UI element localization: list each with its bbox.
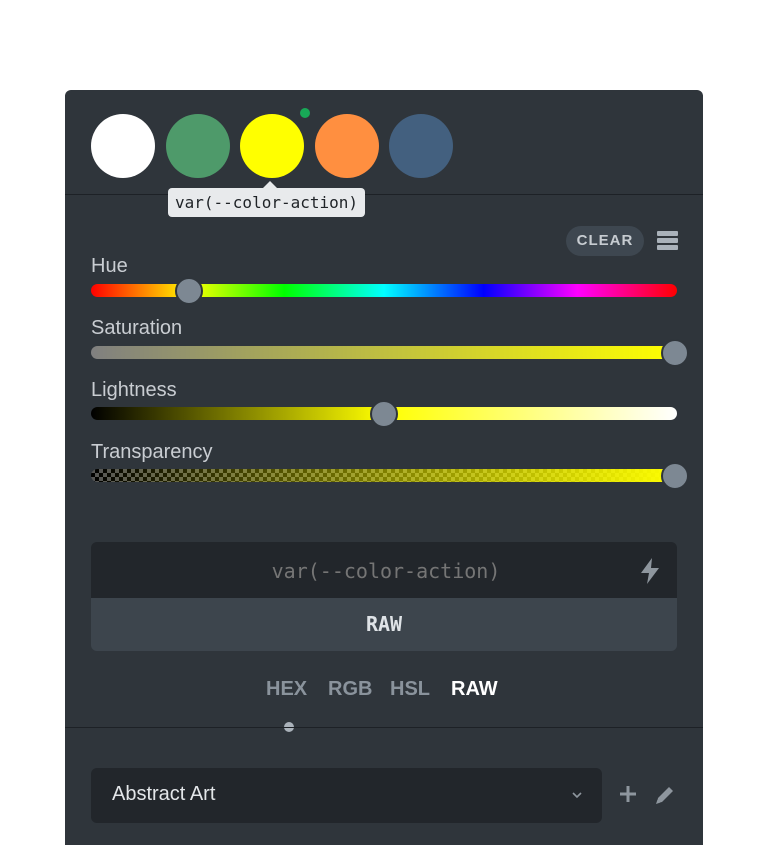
palette-select[interactable]: Abstract Art — [91, 768, 602, 823]
menu-icon[interactable] — [657, 231, 678, 250]
swatch-white[interactable] — [91, 114, 155, 178]
palette-select-value: Abstract Art — [112, 783, 216, 805]
clear-button[interactable]: CLEAR — [566, 226, 644, 256]
pencil-icon[interactable] — [654, 784, 676, 806]
tab-hex[interactable]: HEX — [266, 678, 307, 701]
color-value-field — [91, 542, 681, 600]
hue-label: Hue — [91, 255, 128, 277]
lightness-slider-thumb[interactable] — [370, 400, 398, 428]
plus-icon[interactable] — [618, 784, 638, 804]
lightness-slider[interactable] — [91, 400, 677, 428]
hue-slider-thumb[interactable] — [174, 277, 203, 305]
swatch-tooltip: var(--color-action) — [168, 181, 366, 217]
transparency-label: Transparency — [91, 441, 213, 463]
format-tabs: HEX RGB HSL RAW — [65, 678, 703, 708]
transparency-slider[interactable] — [91, 462, 689, 490]
transparency-slider-thumb[interactable] — [661, 462, 689, 490]
swatch-orange[interactable] — [315, 114, 379, 178]
bolt-icon[interactable] — [639, 558, 661, 584]
tab-hsl[interactable]: HSL — [390, 678, 430, 701]
active-swatch-indicator — [300, 108, 310, 118]
format-display: RAW — [91, 598, 677, 651]
color-value-input[interactable] — [91, 542, 681, 600]
tab-rgb[interactable]: RGB — [328, 678, 372, 701]
hue-slider[interactable] — [91, 277, 677, 305]
swatch-green[interactable] — [166, 114, 230, 178]
saturation-label: Saturation — [91, 317, 183, 339]
divider — [65, 727, 703, 728]
divider — [65, 194, 703, 195]
swatch-yellow[interactable] — [240, 114, 304, 178]
tab-raw[interactable]: RAW — [451, 678, 498, 701]
color-picker-panel: var(--color-action) CLEAR Hue Saturation… — [65, 90, 703, 845]
chevron-down-icon — [572, 792, 582, 799]
swatch-blue[interactable] — [389, 114, 453, 178]
lightness-label: Lightness — [91, 379, 177, 401]
saturation-slider[interactable] — [91, 339, 689, 367]
saturation-slider-thumb[interactable] — [661, 339, 689, 367]
